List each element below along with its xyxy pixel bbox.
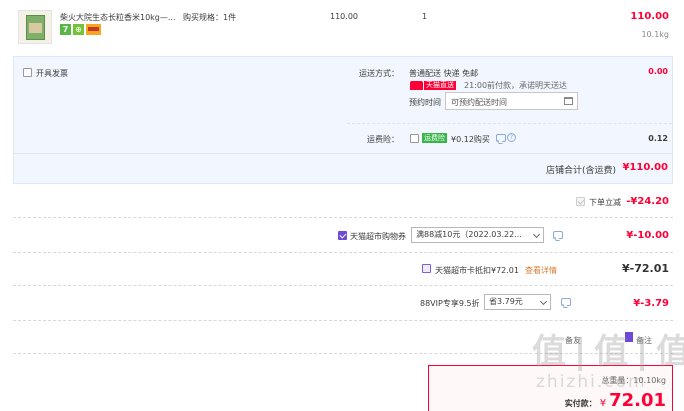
vip-value: ¥-3.79 — [633, 298, 669, 309]
quantity: 1 — [422, 12, 428, 21]
shop-total-value: ¥110.00 — [622, 162, 668, 173]
card-checkbox[interactable] — [422, 264, 431, 273]
total-weight-value: 10.10kg — [633, 376, 666, 385]
insurance-tag: 运费险 — [422, 133, 447, 143]
pay-value: 72.01 — [609, 390, 666, 411]
shipping-method-text: 普通配送 快递 免邮 — [409, 69, 479, 78]
vip-chat-icon[interactable] — [561, 298, 571, 306]
product-title-link[interactable]: 柴火大院生态长粒香米10kg—... — [60, 12, 176, 23]
insurance-chat-icon[interactable] — [496, 134, 506, 142]
insurance-price: 0.12 — [648, 134, 668, 143]
help-icon[interactable]: ? — [507, 133, 516, 142]
product-weight: 10.1kg — [641, 30, 669, 39]
divider — [14, 153, 672, 154]
invoice-label: 开具发票 — [36, 69, 68, 78]
shop-total-label: 店铺合计(含运费) — [546, 166, 617, 176]
shipping-block: 开具发票 运送方式： 普通配送 快递 免邮 0.00 天猫直送 21:00前付款… — [13, 56, 673, 184]
credit-card-icon — [86, 24, 101, 35]
payment-summary-box: 总重量：10.10kg 实付款： ¥ 72.01 — [428, 365, 673, 411]
subtotal-price: 110.00 — [630, 11, 669, 22]
invoice-checkbox[interactable] — [23, 68, 32, 77]
delivery-note: 21:00前付款，承诺明天送达 — [464, 81, 568, 90]
supermarket-card-row: 天猫超市卡抵扣¥72.01 查看详情 ¥-72.01 — [13, 253, 673, 286]
order-discount-row: 下单立减 -¥24.20 — [13, 190, 673, 218]
spec-label: 购买规格：1件 — [183, 13, 237, 22]
order-discount-label: 下单立减 — [589, 198, 621, 207]
seven-day-return-icon: 7 — [60, 24, 71, 35]
partial-text-b: 备注 — [636, 336, 652, 345]
product-badges: 7 ⊕ — [60, 24, 101, 36]
chevron-down-icon — [532, 230, 541, 239]
pay-label: 实付款： — [564, 399, 597, 408]
partial-row: 备友 备注 — [13, 321, 673, 354]
unit-price: 110.00 — [330, 12, 358, 21]
card-value: ¥-72.01 — [621, 262, 669, 275]
pay-amount: 实付款： ¥ 72.01 — [565, 390, 666, 411]
card-detail-link[interactable]: 查看详情 — [525, 265, 557, 276]
coupon-value: ¥-10.00 — [626, 230, 669, 241]
insurance-desc: ¥0.12购买 — [451, 135, 490, 144]
appointment-label: 预约时间 — [409, 98, 441, 107]
total-weight: 总重量：10.10kg — [601, 376, 666, 385]
appointment-placeholder: 可预约配送时间 — [451, 98, 507, 107]
spec-value: 1件 — [223, 13, 237, 22]
chevron-down-icon — [539, 297, 548, 306]
shipping-price: 0.00 — [648, 67, 668, 76]
calendar-icon — [564, 97, 573, 105]
shipping-method-label: 运送方式： — [359, 69, 399, 78]
order-discount-value: -¥24.20 — [626, 196, 669, 207]
vip-select[interactable]: 省3.79元 — [484, 294, 551, 310]
product-thumbnail[interactable] — [18, 10, 52, 44]
coupon-row: 天猫超市购物券 满88减10元（2022.03.22... ¥-10.00 — [13, 218, 673, 253]
appointment-input[interactable]: 可预约配送时间 — [445, 92, 578, 110]
service-shield-icon: ⊕ — [73, 24, 84, 35]
vip-row: 88VIP专享9.5折 省3.79元 ¥-3.79 — [13, 286, 673, 321]
product-row: 柴火大院生态长粒香米10kg—... 7 ⊕ 购买规格：1件 110.00 1 … — [13, 0, 673, 49]
coupon-label: 天猫超市购物券 — [350, 232, 406, 241]
coupon-select[interactable]: 满88减10元（2022.03.22... — [411, 227, 544, 243]
tmall-direct-badge: 天猫直送 — [410, 80, 456, 90]
tmall-cat-icon — [410, 80, 423, 90]
card-label: 天猫超市卡抵扣¥72.01 — [435, 266, 519, 275]
divider — [347, 123, 672, 124]
insurance-label: 运费险： — [367, 135, 399, 144]
pay-currency: ¥ — [599, 398, 607, 409]
coupon-checkbox[interactable] — [338, 231, 347, 240]
partial-text-a: 备友 — [565, 336, 581, 345]
partial-purple-icon — [625, 332, 633, 342]
order-discount-checkbox[interactable] — [576, 197, 585, 206]
insurance-checkbox[interactable] — [410, 134, 419, 143]
coupon-chat-icon[interactable] — [553, 231, 563, 239]
vip-label: 88VIP专享9.5折 — [420, 299, 480, 308]
